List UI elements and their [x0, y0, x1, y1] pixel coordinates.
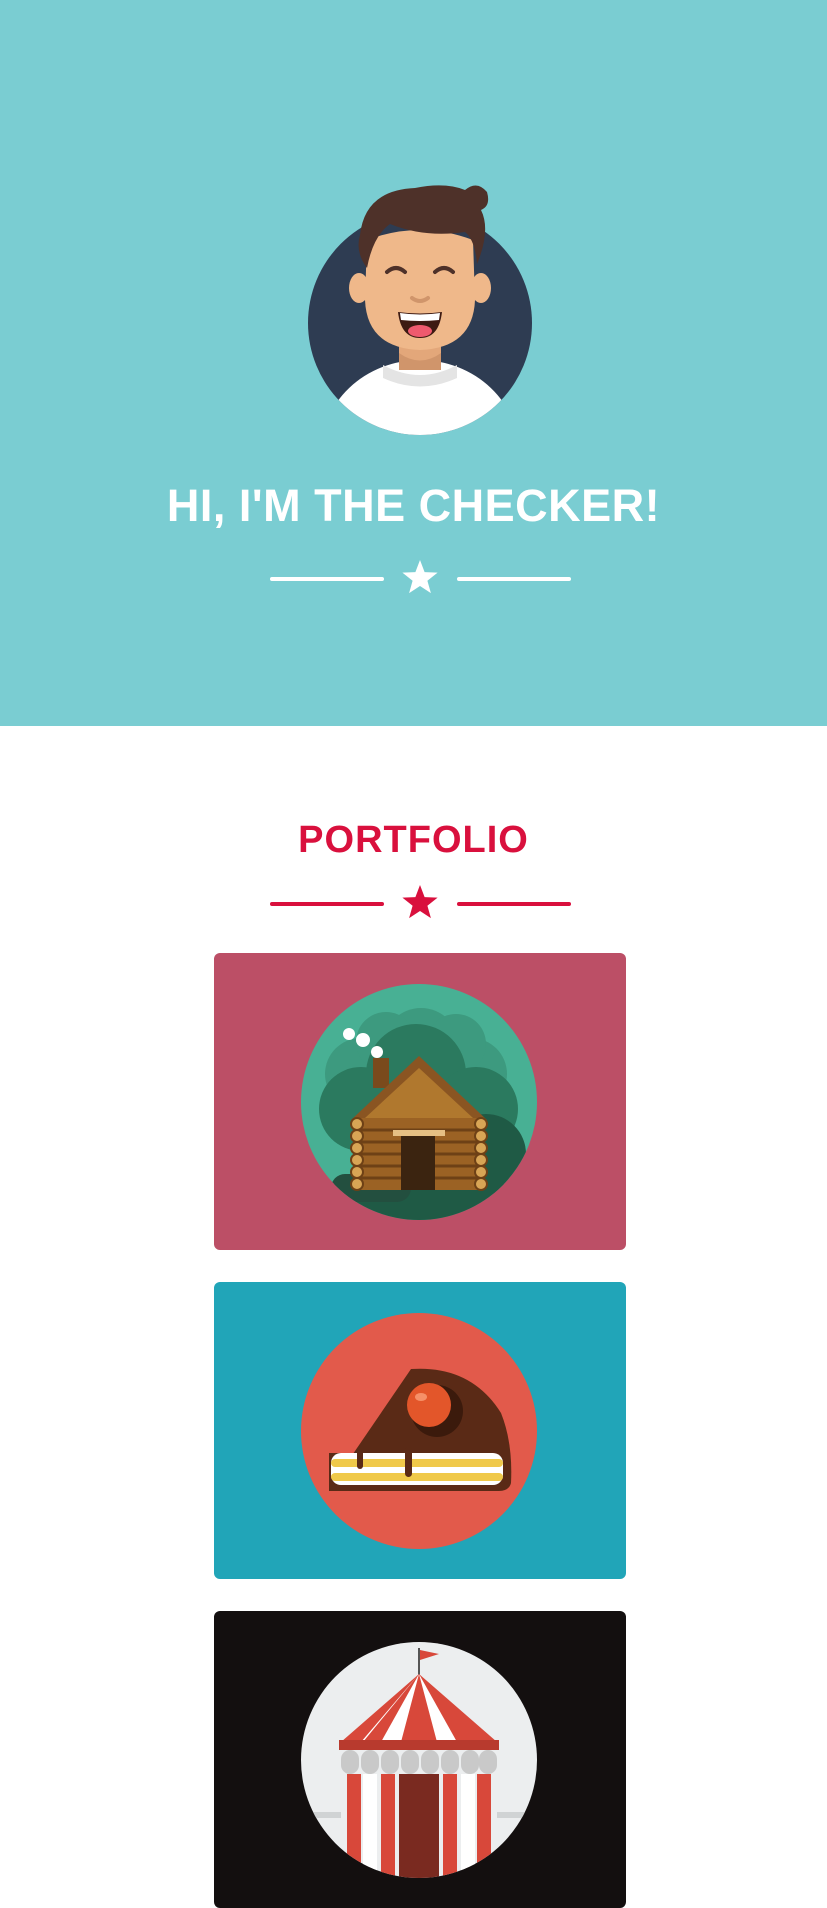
divider-line-left	[270, 577, 384, 581]
cake-slice-icon	[301, 1313, 537, 1549]
divider-line-right	[457, 577, 571, 581]
avatar	[305, 180, 535, 440]
portfolio-item-cabin[interactable]	[214, 953, 626, 1250]
masthead: HI, I'M THE CHECKER!	[0, 0, 827, 726]
circus-tent-icon	[301, 1642, 537, 1878]
log-cabin-icon	[301, 984, 537, 1220]
portfolio-item-cake[interactable]	[214, 1282, 626, 1579]
star-icon	[402, 560, 438, 594]
avatar-icon	[308, 185, 532, 435]
hero-title: HI, I'M THE CHECKER!	[166, 480, 661, 531]
star-icon	[402, 885, 438, 919]
hero-divider	[0, 559, 827, 599]
portfolio-title: PORTFOLIO	[298, 819, 529, 861]
divider-line-right	[457, 902, 571, 906]
portfolio-divider	[0, 884, 827, 924]
portfolio-item-circus[interactable]	[214, 1611, 626, 1908]
divider-line-left	[270, 902, 384, 906]
